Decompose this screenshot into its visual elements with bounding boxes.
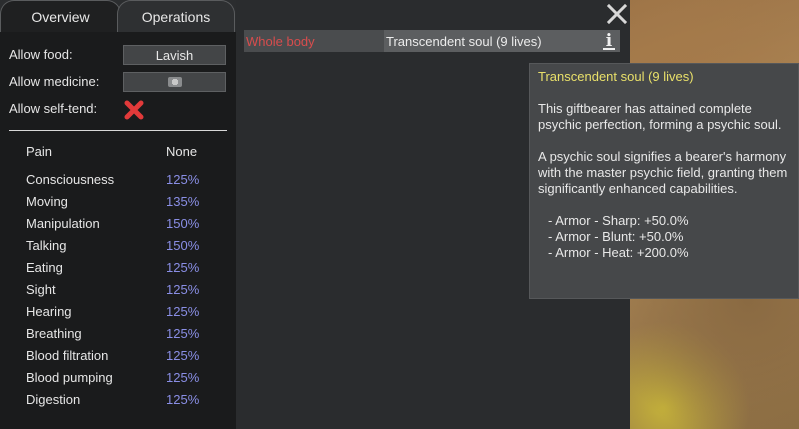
capacity-row[interactable]: Blood pumping 125% [26, 367, 206, 389]
allow-medicine-label: Allow medicine: [9, 74, 100, 89]
pain-label: Pain [26, 144, 53, 159]
tab-overview-label: Overview [31, 8, 90, 25]
tooltip-title: Transcendent soul (9 lives) [538, 69, 694, 84]
capacity-row[interactable]: Hearing 125% [26, 301, 206, 323]
capacity-label: Talking [26, 238, 67, 253]
capacity-value: 125% [166, 370, 200, 385]
capacity-value: 135% [166, 194, 200, 209]
tooltip-stat: - Armor - Sharp: +50.0% [548, 213, 689, 228]
capacity-value: 150% [166, 216, 200, 231]
red-x-icon[interactable] [123, 99, 145, 121]
capacity-row[interactable]: Moving 135% [26, 191, 206, 213]
capacity-row[interactable]: Manipulation 150% [26, 213, 206, 235]
tab-operations[interactable]: Operations [117, 0, 235, 32]
capacity-row[interactable]: Sight 125% [26, 279, 206, 301]
capacity-row[interactable]: Digestion 125% [26, 389, 206, 411]
tab-operations-label: Operations [141, 8, 211, 25]
capacity-label: Manipulation [26, 216, 100, 231]
tab-overview[interactable]: Overview [0, 0, 121, 32]
capacity-row[interactable]: Consciousness 125% [26, 169, 206, 191]
close-icon[interactable] [606, 3, 628, 25]
capacity-row[interactable]: Breathing 125% [26, 323, 206, 345]
hediff-body-part: Whole body [246, 34, 315, 49]
capacity-value: 125% [166, 282, 200, 297]
allow-food-value: Lavish [155, 47, 194, 63]
tooltip-description: This giftbearer has attained complete ps… [538, 101, 782, 132]
capacity-value: 125% [166, 172, 200, 187]
allow-self-tend-label: Allow self-tend: [9, 101, 98, 116]
capacity-value: 150% [166, 238, 200, 253]
info-icon[interactable]: i [602, 32, 616, 50]
capacity-label: Consciousness [26, 172, 115, 187]
capacity-value: 125% [166, 304, 200, 319]
hediff-row[interactable]: Whole body Transcendent soul (9 lives) i [244, 30, 620, 52]
capacity-value: 125% [166, 348, 200, 363]
capacity-value: 125% [166, 392, 200, 407]
capacity-label: Blood filtration [26, 348, 109, 363]
capacity-label: Sight [26, 282, 56, 297]
capacity-label: Blood pumping [26, 370, 113, 385]
capacity-label: Breathing [26, 326, 82, 341]
capacity-value: 125% [166, 260, 200, 275]
capacity-label: Eating [26, 260, 63, 275]
hediff-name-cell[interactable]: Transcendent soul (9 lives) i [384, 30, 620, 52]
capacity-label: Hearing [26, 304, 72, 319]
tooltip-stat: - Armor - Blunt: +50.0% [548, 229, 684, 244]
hediff-name: Transcendent soul (9 lives) [386, 34, 542, 49]
capacity-row-pain: Pain None [26, 141, 206, 163]
medicine-icon [167, 77, 182, 87]
divider [9, 130, 227, 131]
tooltip-stat: - Armor - Heat: +200.0% [548, 245, 689, 260]
allow-food-button[interactable]: Lavish [123, 45, 226, 65]
tooltip-description: A psychic soul signifies a bearer's harm… [538, 149, 788, 196]
allow-food-label: Allow food: [9, 47, 73, 62]
capacity-row[interactable]: Eating 125% [26, 257, 206, 279]
capacity-row[interactable]: Talking 150% [26, 235, 206, 257]
capacity-list: Pain None Consciousness 125% Moving 135%… [26, 141, 206, 411]
capacity-value: 125% [166, 326, 200, 341]
pain-value: None [166, 144, 198, 159]
allow-medicine-button[interactable] [123, 72, 226, 92]
capacity-label: Moving [26, 194, 68, 209]
capacity-label: Digestion [26, 392, 81, 407]
hediff-tooltip: Transcendent soul (9 lives) This giftbea… [529, 63, 799, 299]
capacity-row[interactable]: Blood filtration 125% [26, 345, 206, 367]
